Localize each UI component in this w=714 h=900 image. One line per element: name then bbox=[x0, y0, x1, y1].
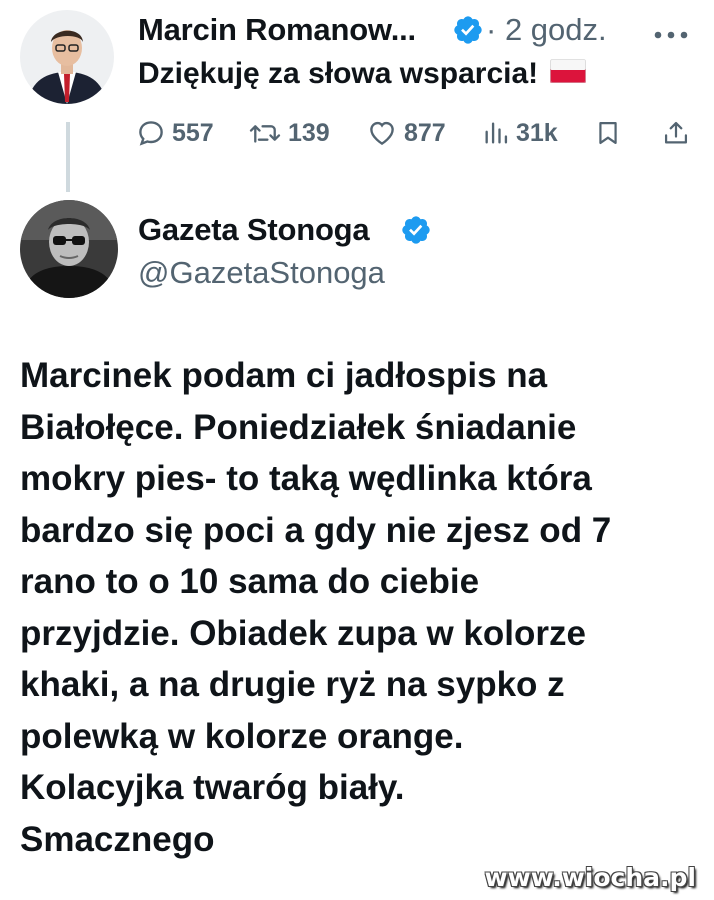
tweet-text-line: Marcinek podam ci jadłospis na bbox=[20, 356, 548, 395]
tweet-text-line: rano to o 10 sama do ciebie bbox=[20, 562, 480, 601]
verified-icon bbox=[452, 14, 484, 51]
retweet-icon bbox=[249, 125, 281, 143]
views-icon bbox=[485, 122, 508, 144]
like-icon bbox=[370, 121, 394, 146]
poland-flag-icon bbox=[550, 57, 587, 91]
like-count: 877 bbox=[404, 118, 446, 147]
reply-text-content: Dziękuję za słowa wsparcia! bbox=[138, 57, 539, 90]
more-icon[interactable] bbox=[654, 26, 688, 44]
reply-count: 557 bbox=[172, 118, 214, 147]
verified-icon bbox=[400, 214, 432, 251]
tweet-text-line: przyjdzie. Obiadek zupa w kolorze bbox=[20, 613, 586, 653]
main-author-name[interactable]: Gazeta Stonoga bbox=[138, 212, 370, 248]
retweet-count: 139 bbox=[288, 118, 330, 147]
tweet-text-line: khaki, a na drugie ryż na sypko z bbox=[20, 665, 565, 704]
tweet-text-line: bardzo się poci a gdy nie zjesz od 7 bbox=[20, 510, 612, 550]
views-button[interactable]: 31k bbox=[482, 118, 558, 148]
reply-button[interactable]: 557 bbox=[136, 118, 214, 148]
share-icon[interactable] bbox=[662, 118, 690, 153]
retweet-button[interactable]: 139 bbox=[248, 118, 330, 148]
reply-text: Dziękuję za słowa wsparcia! bbox=[138, 57, 587, 91]
tweet-text-line: Smacznego bbox=[20, 819, 215, 859]
reply-author-name[interactable]: Marcin Romanow... bbox=[138, 12, 416, 48]
tweet-text-line: polewką w kolorze orange. bbox=[20, 716, 464, 756]
tweet-text-line: Kolacyjka twaróg biały. bbox=[20, 768, 405, 807]
thread-connector-line bbox=[66, 122, 70, 192]
tweet-text-line: mokry pies- to taką wędlinka która bbox=[20, 459, 592, 498]
reply-icon bbox=[139, 121, 163, 146]
like-button[interactable]: 877 bbox=[366, 118, 446, 148]
main-tweet-text: Marcinek podam ci jadłospis na Białołęce… bbox=[20, 350, 700, 865]
time-separator: · bbox=[486, 12, 497, 47]
bookmark-icon[interactable] bbox=[594, 118, 622, 153]
avatar-marcin[interactable] bbox=[20, 10, 114, 104]
watermark: www.wiocha.pl bbox=[484, 863, 696, 892]
main-author-handle[interactable]: @GazetaStonoga bbox=[138, 255, 385, 291]
time-label: 2 godz. bbox=[504, 12, 607, 47]
avatar-gazeta-stonoga[interactable] bbox=[20, 200, 118, 298]
reply-timestamp: · 2 godz. bbox=[486, 12, 607, 48]
tweet-text-line: Białołęce. Poniedziałek śniadanie bbox=[20, 407, 577, 447]
views-count: 31k bbox=[516, 118, 558, 147]
